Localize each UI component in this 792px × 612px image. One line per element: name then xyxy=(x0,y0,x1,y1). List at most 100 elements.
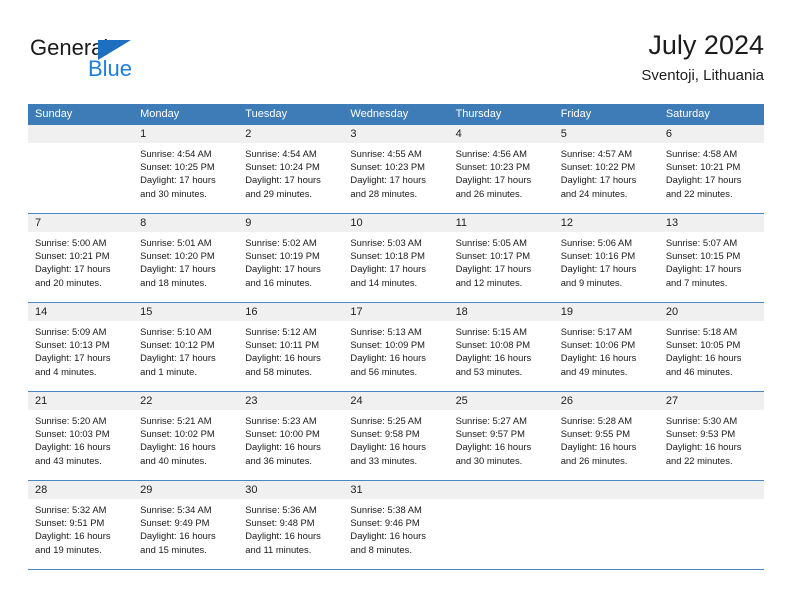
day-sun-info: Sunrise: 5:13 AM Sunset: 10:09 PM Daylight… xyxy=(343,321,448,378)
sunset-text: Sunset: 10:00 PM xyxy=(245,428,320,440)
calendar-day-cell[interactable]: 26 Sunrise: 5:28 AM Sunset: 9:55 PM Dayligh… xyxy=(553,392,659,480)
day-sun-info: Sunrise: 5:20 AM Sunset: 10:03 PM Daylight… xyxy=(28,410,133,467)
calendar-day-cell[interactable]: 27 Sunrise: 5:30 AM Sunset: 9:53 PM Dayligh… xyxy=(658,392,764,480)
sunset-text: Sunset: 9:58 PM xyxy=(350,428,420,440)
day-number: 19 xyxy=(560,306,573,318)
sunrise-text: Sunrise: 5:01 AM xyxy=(140,237,212,248)
day-number-band: 19 xyxy=(553,303,659,321)
day-sun-info: Sunrise: 5:12 AM Sunset: 10:11 PM Daylight… xyxy=(238,321,343,378)
weekday-header-row: Sunday Monday Tuesday Wednesday Thursday… xyxy=(28,104,764,125)
day-sun-info: Sunrise: 5:01 AM Sunset: 10:20 PM Daylight… xyxy=(133,232,238,289)
day-number-band: 8 xyxy=(133,214,239,232)
calendar-day-cell[interactable]: 1 Sunrise: 4:54 AM Sunset: 10:25 PM Dayligh… xyxy=(133,125,239,213)
calendar-day-cell[interactable]: 25 Sunrise: 5:27 AM Sunset: 9:57 PM Dayligh… xyxy=(448,392,554,480)
calendar-day-cell[interactable]: 6 Sunrise: 4:58 AM Sunset: 10:21 PM Dayligh… xyxy=(658,125,764,213)
daylight-text-line1: Daylight: 16 hours xyxy=(665,441,742,453)
day-number-band xyxy=(28,125,134,143)
day-number-band: 1 xyxy=(133,125,239,143)
day-sun-info: Sunrise: 5:38 AM Sunset: 9:46 PM Daylight:… xyxy=(343,499,448,556)
sunset-text: Sunset: 10:21 PM xyxy=(35,250,110,262)
calendar-day-cell[interactable]: 19 Sunrise: 5:17 AM Sunset: 10:06 PM Daylig… xyxy=(553,303,659,391)
sunrise-text: Sunrise: 5:32 AM xyxy=(35,504,107,515)
day-number-band: 28 xyxy=(28,481,134,499)
sunrise-text: Sunrise: 5:06 AM xyxy=(560,237,633,248)
calendar-day-cell[interactable]: 14 Sunrise: 5:09 AM Sunset: 10:13 PM Daylig… xyxy=(28,303,134,391)
calendar-day-cell[interactable]: 10 Sunrise: 5:03 AM Sunset: 10:18 PM Daylig… xyxy=(343,214,449,302)
daylight-text-line1: Daylight: 17 hours xyxy=(350,263,426,275)
sunrise-text: Sunrise: 4:56 AM xyxy=(455,148,527,159)
day-sun-info: Sunrise: 4:56 AM Sunset: 10:23 PM Daylight… xyxy=(449,143,554,200)
calendar-day-cell[interactable]: 9 Sunrise: 5:02 AM Sunset: 10:19 PM Dayligh… xyxy=(238,214,344,302)
daylight-text-line2: and 4 minutes. xyxy=(35,365,97,377)
calendar-day-cell[interactable]: 5 Sunrise: 4:57 AM Sunset: 10:22 PM Dayligh… xyxy=(553,125,659,213)
sunrise-text: Sunrise: 5:02 AM xyxy=(245,237,317,248)
calendar-page: General Blue July 2024 Sventoji, Lithuan… xyxy=(0,0,792,612)
daylight-text-line1: Daylight: 17 hours xyxy=(140,174,216,186)
generalblue-logo[interactable]: General Blue xyxy=(28,36,228,92)
sunset-text: Sunset: 10:12 PM xyxy=(140,339,215,351)
calendar-day-cell[interactable]: 4 Sunrise: 4:56 AM Sunset: 10:23 PM Dayligh… xyxy=(448,125,554,213)
calendar-day-cell[interactable]: 20 Sunrise: 5:18 AM Sunset: 10:05 PM Daylig… xyxy=(658,303,764,391)
day-number: 2 xyxy=(245,128,252,140)
calendar-day-cell[interactable]: 29 Sunrise: 5:34 AM Sunset: 9:49 PM Dayligh… xyxy=(133,481,239,569)
calendar-day-cell[interactable]: 17 Sunrise: 5:13 AM Sunset: 10:09 PM Daylig… xyxy=(343,303,449,391)
sunrise-text: Sunrise: 5:36 AM xyxy=(245,504,317,515)
calendar-day-cell[interactable]: 7 Sunrise: 5:00 AM Sunset: 10:21 PM Dayligh… xyxy=(28,214,134,302)
daylight-text-line1: Daylight: 17 hours xyxy=(455,263,532,275)
daylight-text-line2: and 7 minutes. xyxy=(665,276,728,288)
calendar-day-cell[interactable]: 16 Sunrise: 5:12 AM Sunset: 10:11 PM Daylig… xyxy=(238,303,344,391)
day-sun-info: Sunrise: 4:57 AM Sunset: 10:22 PM Daylight… xyxy=(554,143,659,200)
day-number: 20 xyxy=(665,306,679,318)
sunrise-text: Sunrise: 5:25 AM xyxy=(350,415,422,426)
weekday-header-monday: Monday xyxy=(140,108,180,120)
calendar-day-cell[interactable]: 30 Sunrise: 5:36 AM Sunset: 9:48 PM Dayligh… xyxy=(238,481,344,569)
calendar-day-cell[interactable]: 21 Sunrise: 5:20 AM Sunset: 10:03 PM Daylig… xyxy=(28,392,134,480)
day-number: 13 xyxy=(665,217,679,229)
sunrise-text: Sunrise: 5:21 AM xyxy=(140,415,212,426)
daylight-text-line2: and 14 minutes. xyxy=(350,276,418,288)
daylight-text-line2: and 1 minute. xyxy=(140,365,197,377)
sunset-text: Sunset: 10:19 PM xyxy=(245,250,320,262)
calendar-day-cell[interactable]: 15 Sunrise: 5:10 AM Sunset: 10:12 PM Daylig… xyxy=(133,303,239,391)
day-number-band: 21 xyxy=(28,392,134,410)
sunrise-text: Sunrise: 5:05 AM xyxy=(455,237,527,248)
calendar-day-cell[interactable]: 8 Sunrise: 5:01 AM Sunset: 10:20 PM Dayligh… xyxy=(133,214,239,302)
weekday-header-friday: Friday xyxy=(560,108,592,120)
sunrise-text: Sunrise: 5:20 AM xyxy=(35,415,107,426)
calendar-day-cell-empty xyxy=(28,125,134,213)
day-sun-info: Sunrise: 5:32 AM Sunset: 9:51 PM Daylight:… xyxy=(28,499,133,556)
calendar-day-cell[interactable]: 31 Sunrise: 5:38 AM Sunset: 9:46 PM Dayligh… xyxy=(343,481,449,569)
day-sun-info: Sunrise: 4:55 AM Sunset: 10:23 PM Daylight… xyxy=(343,143,448,200)
sunrise-text: Sunrise: 5:07 AM xyxy=(665,237,738,248)
calendar-day-cell[interactable]: 18 Sunrise: 5:15 AM Sunset: 10:08 PM Daylig… xyxy=(448,303,554,391)
daylight-text-line2: and 53 minutes. xyxy=(455,365,523,377)
calendar-day-cell[interactable]: 3 Sunrise: 4:55 AM Sunset: 10:23 PM Dayligh… xyxy=(343,125,449,213)
day-sun-info: Sunrise: 5:18 AM Sunset: 10:05 PM Daylight… xyxy=(659,321,764,378)
calendar-day-cell[interactable]: 28 Sunrise: 5:32 AM Sunset: 9:51 PM Dayligh… xyxy=(28,481,134,569)
day-number: 26 xyxy=(560,395,573,407)
sunrise-text: Sunrise: 5:03 AM xyxy=(350,237,422,248)
sunset-text: Sunset: 10:16 PM xyxy=(560,250,636,262)
daylight-text-line2: and 43 minutes. xyxy=(35,454,102,466)
day-number-band: 26 xyxy=(553,392,659,410)
calendar-day-cell[interactable]: 13 Sunrise: 5:07 AM Sunset: 10:15 PM Daylig… xyxy=(658,214,764,302)
calendar-day-cell[interactable]: 22 Sunrise: 5:21 AM Sunset: 10:02 PM Daylig… xyxy=(133,392,239,480)
day-number: 30 xyxy=(245,484,258,496)
sunset-text: Sunset: 10:15 PM xyxy=(665,250,741,262)
calendar-day-cell[interactable]: 2 Sunrise: 4:54 AM Sunset: 10:24 PM Dayligh… xyxy=(238,125,344,213)
sunrise-text: Sunrise: 4:54 AM xyxy=(140,148,212,159)
calendar-day-cell[interactable]: 23 Sunrise: 5:23 AM Sunset: 10:00 PM Daylig… xyxy=(238,392,344,480)
daylight-text-line1: Daylight: 17 hours xyxy=(140,263,216,275)
calendar-day-cell[interactable]: 11 Sunrise: 5:05 AM Sunset: 10:17 PM Daylig… xyxy=(448,214,554,302)
weekday-header-sunday: Sunday xyxy=(35,108,73,120)
daylight-text-line2: and 24 minutes. xyxy=(560,187,628,199)
day-number: 21 xyxy=(35,395,48,407)
calendar-day-cell[interactable]: 12 Sunrise: 5:06 AM Sunset: 10:16 PM Daylig… xyxy=(553,214,659,302)
daylight-text-line2: and 49 minutes. xyxy=(560,365,628,377)
daylight-text-line1: Daylight: 16 hours xyxy=(350,530,426,542)
calendar-day-cell[interactable]: 24 Sunrise: 5:25 AM Sunset: 9:58 PM Dayligh… xyxy=(343,392,449,480)
sunset-text: Sunset: 10:25 PM xyxy=(140,161,215,173)
day-number-band: 13 xyxy=(658,214,764,232)
day-number-band: 3 xyxy=(343,125,449,143)
daylight-text-line2: and 30 minutes. xyxy=(140,187,207,199)
